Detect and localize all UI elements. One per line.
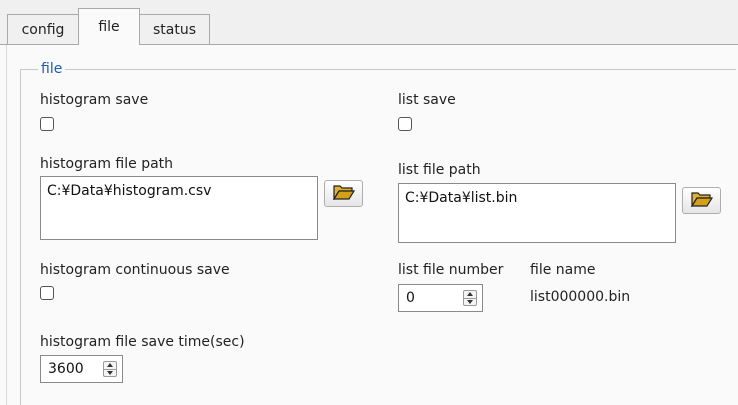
tab-bar: config status file <box>0 0 738 45</box>
histogram-save-time-value[interactable]: 3600 <box>41 356 103 382</box>
spin-buttons <box>103 361 117 377</box>
list-browse-button[interactable] <box>682 187 721 214</box>
spin-down-button[interactable] <box>464 299 476 306</box>
panel-edge <box>6 45 7 405</box>
list-file-number-label: list file number <box>398 262 504 278</box>
spin-buttons <box>463 290 477 306</box>
file-name-value: list000000.bin <box>530 289 631 305</box>
tab-config[interactable]: config <box>7 14 79 44</box>
histogram-file-path-label: histogram file path <box>40 156 174 172</box>
histogram-browse-button[interactable] <box>324 180 363 207</box>
list-file-number-value[interactable]: 0 <box>399 285 463 311</box>
folder-open-icon <box>332 184 355 204</box>
histogram-save-label: histogram save <box>40 92 149 108</box>
list-save-label: list save <box>398 92 456 108</box>
tab-status-label: status <box>152 21 197 38</box>
tab-config-label: config <box>21 21 65 38</box>
histogram-save-time-spinbox[interactable]: 3600 <box>40 355 123 383</box>
list-file-path-label: list file path <box>398 162 481 178</box>
triangle-down-icon <box>467 299 473 304</box>
histogram-save-checkbox[interactable] <box>40 117 54 131</box>
list-file-number-spinbox[interactable]: 0 <box>398 284 483 312</box>
histogram-continuous-save-checkbox[interactable] <box>40 286 54 300</box>
file-name-label: file name <box>530 262 596 278</box>
list-save-checkbox[interactable] <box>398 117 412 131</box>
tab-file-label: file <box>98 19 120 35</box>
triangle-up-icon <box>107 363 113 368</box>
triangle-down-icon <box>107 370 113 375</box>
histogram-file-path-field[interactable]: C:¥Data¥histogram.csv <box>40 176 318 240</box>
tab-status[interactable]: status <box>139 14 210 44</box>
list-file-path-field[interactable]: C:¥Data¥list.bin <box>398 183 676 243</box>
triangle-up-icon <box>467 292 473 297</box>
spin-down-button[interactable] <box>104 370 116 377</box>
group-title: file <box>38 59 66 79</box>
histogram-continuous-save-label: histogram continuous save <box>40 262 230 278</box>
histogram-save-time-label: histogram file save time(sec) <box>40 334 245 350</box>
folder-open-icon <box>690 191 713 211</box>
tab-file[interactable]: file <box>78 8 140 45</box>
